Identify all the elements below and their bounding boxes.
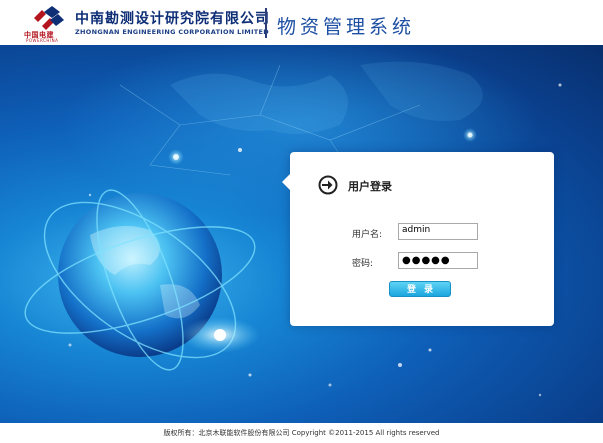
company-name-cn: 中南勘测设计研究院有限公司 bbox=[75, 11, 270, 27]
login-panel-pointer bbox=[282, 174, 290, 190]
copyright-text: 版权所有：北京木联能软件股份有限公司 Copyright ©2011-2015 … bbox=[163, 429, 440, 437]
page-footer: 版权所有：北京木联能软件股份有限公司 Copyright ©2011-2015 … bbox=[0, 423, 603, 443]
password-label: 密码: bbox=[352, 259, 374, 269]
header-divider bbox=[265, 8, 267, 38]
page-header: 中国电建 POWERCHINA 中南勘测设计研究院有限公司 ZHONGNAN E… bbox=[0, 0, 603, 45]
company-name-en: ZHONGNAN ENGINEERING CORPORATION LIMITED bbox=[75, 28, 269, 36]
login-panel: 用户登录 用户名: admin 密码: ●●●●● 登录 bbox=[282, 152, 554, 326]
system-title: 物资管理系统 bbox=[277, 16, 416, 38]
login-banner: 用户登录 用户名: admin 密码: ●●●●● 登录 bbox=[0, 45, 603, 423]
logo-text-en: POWERCHINA bbox=[26, 38, 59, 43]
login-title: 用户登录 bbox=[348, 180, 392, 193]
login-icon bbox=[318, 175, 338, 195]
username-label: 用户名: bbox=[352, 230, 383, 240]
username-input[interactable]: admin bbox=[398, 223, 478, 240]
powerchina-logo-icon bbox=[34, 6, 64, 30]
password-input[interactable]: ●●●●● bbox=[398, 252, 478, 269]
login-button[interactable]: 登录 bbox=[389, 281, 451, 297]
